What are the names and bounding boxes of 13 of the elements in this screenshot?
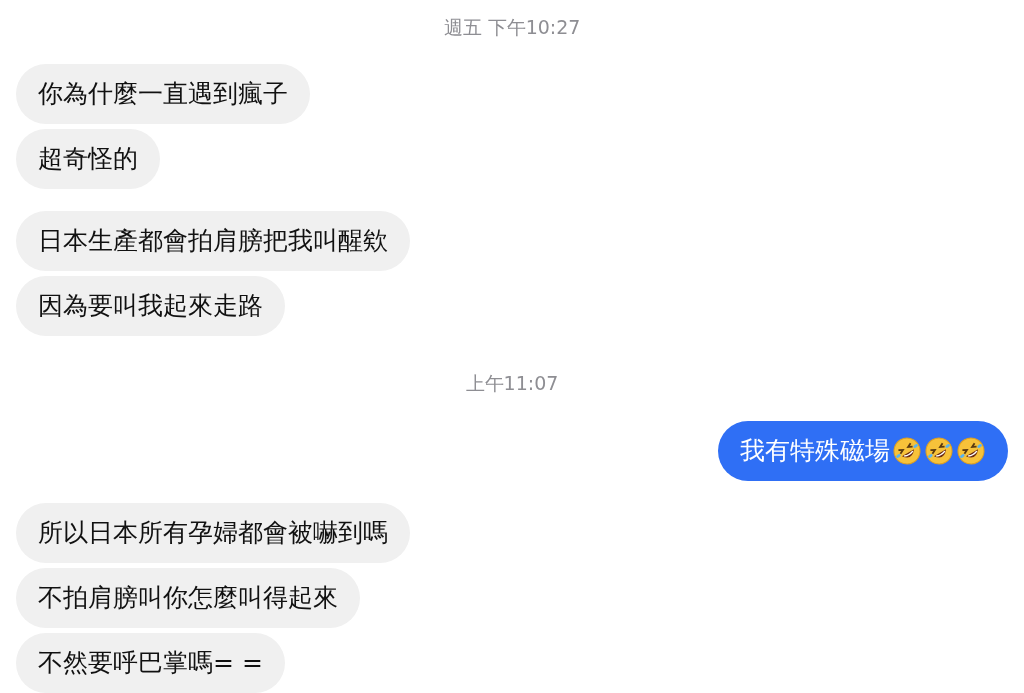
message-text: 不然要呼巴掌嗎= =	[38, 647, 263, 680]
laughing-emoji-icon	[924, 436, 954, 466]
message-text: 我有特殊磁場	[740, 435, 890, 468]
timestamp: 週五 下午10:27	[443, 14, 581, 40]
timestamp: 上午11:07	[465, 370, 559, 396]
message-text: 超奇怪的	[38, 143, 138, 176]
message-text: 所以日本所有孕婦都會被嚇到嗎	[38, 517, 388, 550]
laughing-emoji-icon	[956, 436, 986, 466]
message-text: 你為什麼一直遇到瘋子	[38, 78, 288, 111]
message-text: 不拍肩膀叫你怎麼叫得起來	[38, 582, 338, 615]
laughing-emoji-icon	[892, 436, 922, 466]
message-text: 因為要叫我起來走路	[38, 290, 263, 323]
message-text: 日本生產都會拍肩膀把我叫醒欸	[38, 225, 388, 258]
